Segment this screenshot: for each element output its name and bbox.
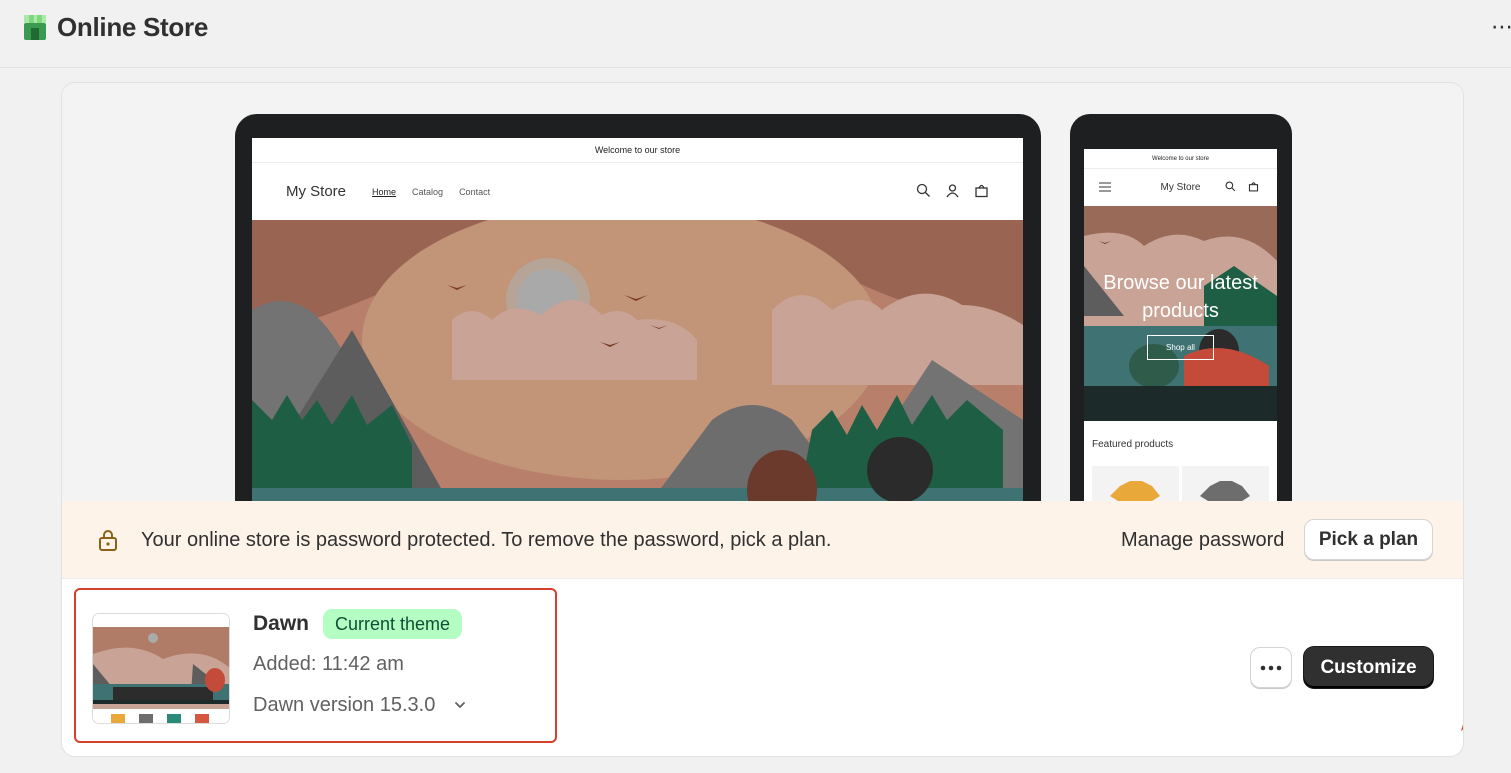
banner-message: Your online store is password protected.… [141,529,832,551]
nav-contact: Contact [459,186,491,197]
tshirt-yellow-icon [1110,481,1160,501]
mobile-product-tile [1182,466,1269,501]
current-theme-badge: Current theme [323,609,463,639]
mobile-search-icon [1225,181,1236,192]
theme-added-date: Added: 11:42 am [253,653,404,675]
theme-more-actions-button[interactable] [1250,647,1292,688]
mobile-cart-icon [1248,182,1259,192]
theme-name: Dawn [253,612,310,635]
more-actions-icon[interactable]: ⋯ [1491,14,1511,40]
mobile-hero-title: Browse our latest products [1103,272,1258,322]
mobile-screen: Welcome to our store My Store Browse our… [1084,149,1277,501]
lock-icon [99,530,117,551]
desktop-preview: Welcome to our store My Store Home Catal… [235,114,1041,501]
hero-illustration [252,220,1023,501]
mobile-featured-heading: Featured products [1092,439,1174,450]
mobile-product-tile [1092,466,1179,501]
nav-home: Home [372,186,397,197]
mobile-preview: Welcome to our store My Store Browse our… [1070,114,1292,501]
annotation-arrow-icon [1461,724,1463,731]
top-bar: Online Store ⋯ [0,0,1511,68]
store-header: My Store Home Catalog Contact [252,163,1023,220]
theme-thumbnail-preview [93,614,229,723]
theme-thumbnail[interactable] [92,613,230,724]
pick-plan-button[interactable]: Pick a plan [1304,519,1433,560]
mobile-announcement-bar: Welcome to our store [1084,149,1277,169]
customize-button[interactable]: Customize [1304,647,1433,688]
theme-preview: Welcome to our store My Store Home Catal… [62,83,1463,501]
password-banner: Your online store is password protected.… [62,501,1463,579]
theme-version[interactable]: Dawn version 15.3.0 [253,694,435,717]
nav-catalog: Catalog [412,186,444,197]
mobile-shop-all-button: Shop all [1147,335,1214,360]
page-title: Online Store [57,12,208,42]
manage-password-link[interactable]: Manage password [1121,529,1284,552]
account-icon [946,184,959,198]
chevron-down-icon[interactable] [452,697,468,713]
store-logo: My Store [286,183,347,200]
cart-icon [975,184,988,198]
tshirt-gray-icon [1200,481,1250,501]
more-horizontal-icon [1260,665,1282,670]
store-icon [24,15,46,40]
theme-card: Welcome to our store My Store Home Catal… [61,82,1464,757]
announcement-bar: Welcome to our store [252,138,1023,163]
mobile-store-header: My Store [1084,169,1277,206]
search-icon [916,183,930,197]
desktop-screen: Welcome to our store My Store Home Catal… [252,138,1023,501]
